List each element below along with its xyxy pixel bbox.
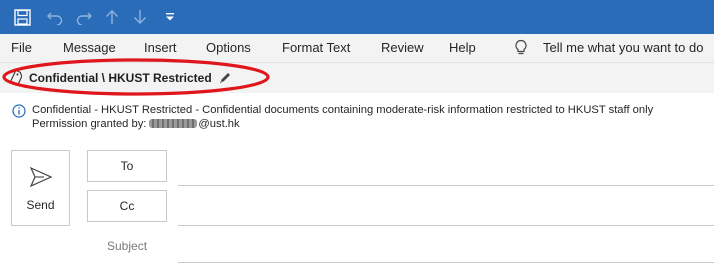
tab-options[interactable]: Options [206,40,251,55]
ribbon-tab-bar: File Message Insert Options Format Text … [0,34,714,62]
lightbulb-icon[interactable] [514,39,528,59]
tag-icon [10,69,23,89]
tab-format-text[interactable]: Format Text [282,40,350,55]
info-description: Confidential - HKUST Restricted - Confid… [32,104,654,116]
up-arrow-icon[interactable] [102,7,122,27]
redacted-email [149,119,198,128]
sensitivity-bar: Confidential \ HKUST Restricted [0,62,714,93]
quick-access-toolbar [0,0,714,34]
customize-toolbar-icon[interactable] [160,7,180,27]
permission-suffix: @ust.hk [198,118,240,130]
sensitivity-label[interactable]: Confidential \ HKUST Restricted [29,71,212,85]
undo-icon[interactable] [45,7,65,27]
tab-message[interactable]: Message [63,40,116,55]
to-input[interactable] [178,185,714,186]
permission-prefix: Permission granted by: [32,118,147,130]
tell-me-search[interactable]: Tell me what you want to do [543,40,703,55]
subject-input[interactable] [178,262,714,263]
pencil-icon[interactable] [219,71,232,89]
redo-icon[interactable] [74,7,94,27]
tab-file[interactable]: File [11,40,32,55]
subject-label: Subject [107,239,148,253]
send-icon [29,166,53,192]
to-button[interactable]: To [87,150,167,182]
cc-input[interactable] [178,225,714,226]
permission-line: Permission granted by: @ust.hk [32,118,240,130]
info-icon [12,104,26,123]
down-arrow-icon[interactable] [130,7,150,27]
cc-button[interactable]: Cc [87,190,167,222]
tab-review[interactable]: Review [381,40,424,55]
send-label: Send [26,198,55,212]
tab-insert[interactable]: Insert [144,40,177,55]
save-icon[interactable] [12,7,32,27]
tab-help[interactable]: Help [449,40,476,55]
send-button[interactable]: Send [11,150,70,226]
